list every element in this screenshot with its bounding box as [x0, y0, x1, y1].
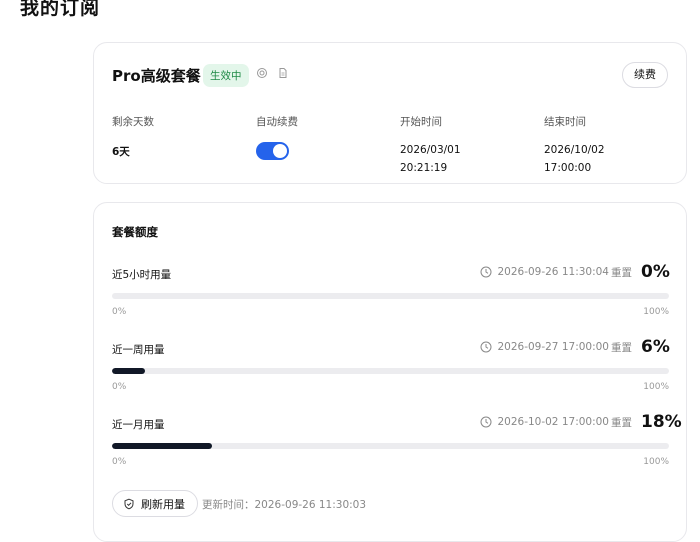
progress-track [112, 368, 669, 374]
usage-label: 近一周用量 [112, 344, 165, 356]
clock-icon [480, 266, 492, 278]
target-icon[interactable] [256, 67, 268, 79]
shield-icon [124, 498, 134, 509]
updated-time: 2026-09-26 11:30:03 [254, 499, 367, 511]
end-date: 2026/10/02 [544, 144, 605, 156]
usage-percent: 18% [641, 412, 682, 432]
page-title: 我的订阅 [20, 0, 101, 19]
status-badge: 生效中 [203, 64, 249, 87]
renew-button[interactable]: 续费 [622, 62, 668, 88]
scale-min: 0% [112, 457, 127, 467]
end-value: 2026/10/02 17:00:00 [544, 141, 605, 177]
usage-percent: 6% [641, 337, 670, 357]
remaining-days: 剩余天数 6天 [112, 114, 154, 161]
clock-icon [480, 416, 492, 428]
refresh-usage-button[interactable]: 刷新用量 [112, 490, 198, 517]
reset-word: 重置 [611, 266, 632, 279]
usage-percent: 0% [641, 262, 670, 282]
toggle-knob [273, 144, 287, 158]
progress-track [112, 443, 669, 449]
clock-icon [480, 341, 492, 353]
auto-renew-label: 自动续费 [256, 116, 298, 128]
progress-fill [112, 368, 146, 374]
scale-max: 100% [643, 307, 669, 317]
scale-max: 100% [643, 457, 669, 467]
quota-card: 套餐额度 近5小时用量 2026-09-26 11:30:04 重置 0% 0%… [93, 202, 687, 542]
start-date: 2026/03/01 [400, 144, 461, 156]
auto-renew: 自动续费 [256, 114, 298, 160]
reset-info: 2026-10-02 17:00:00 重置 18% [480, 412, 682, 432]
scale-max: 100% [643, 382, 669, 392]
refresh-label: 刷新用量 [141, 497, 185, 511]
start-time: 开始时间 2026/03/01 20:21:19 [400, 114, 461, 177]
scale-min: 0% [112, 382, 127, 392]
start-clock: 20:21:19 [400, 162, 448, 174]
updated-at: 更新时间：2026-09-26 11:30:03 [202, 497, 366, 512]
reset-time: 2026-09-27 17:00:00 [497, 341, 609, 353]
start-label: 开始时间 [400, 116, 442, 128]
quota-title: 套餐额度 [112, 225, 158, 239]
end-label: 结束时间 [544, 116, 586, 128]
reset-time: 2026-09-26 11:30:04 [497, 266, 609, 278]
end-clock: 17:00:00 [544, 162, 592, 174]
reset-info: 2026-09-27 17:00:00 重置 6% [480, 337, 670, 357]
usage-label: 近一月用量 [112, 419, 165, 431]
progress-fill [112, 443, 213, 449]
plan-name: Pro高级套餐 [112, 67, 201, 85]
reset-word: 重置 [611, 341, 632, 354]
plan-card: Pro高级套餐 生效中 续费 剩余天数 6天 自动续费 开始时间 2026/03… [93, 42, 687, 184]
updated-label: 更新时间： [202, 499, 255, 511]
progress-track [112, 293, 669, 299]
start-value: 2026/03/01 20:21:19 [400, 141, 461, 177]
auto-renew-toggle[interactable] [256, 142, 289, 160]
usage-label: 近5小时用量 [112, 269, 172, 281]
scale-min: 0% [112, 307, 127, 317]
end-time: 结束时间 2026/10/02 17:00:00 [544, 114, 605, 177]
remaining-label: 剩余天数 [112, 116, 154, 128]
reset-info: 2026-09-26 11:30:04 重置 0% [480, 262, 670, 282]
document-icon[interactable] [277, 67, 289, 79]
reset-word: 重置 [611, 416, 632, 429]
remaining-value: 6天 [112, 146, 130, 158]
reset-time: 2026-10-02 17:00:00 [497, 416, 609, 428]
